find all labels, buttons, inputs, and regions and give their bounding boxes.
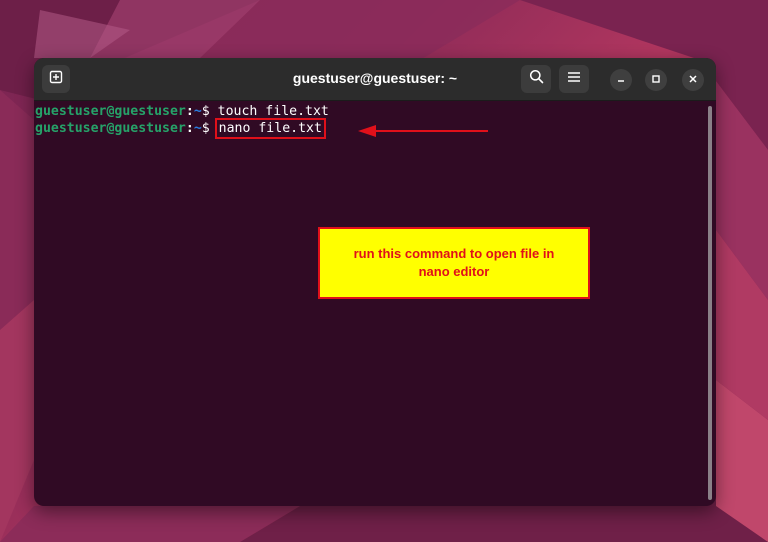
annotation-callout: run this command to open file in nano ed… [318,227,590,299]
highlighted-command-text: nano file.txt [214,118,326,139]
scrollbar[interactable] [708,106,712,500]
search-icon [529,69,544,89]
command-text: touch file.txt [217,104,329,119]
close-icon [688,71,698,89]
prompt-user-host: guestuser@guestuser [35,121,186,136]
terminal-output[interactable]: guestuser@guestuser:~$ touch file.txt gu… [34,101,704,506]
prompt-separator: : [185,104,194,119]
prompt-separator: : [185,121,194,136]
callout-text-line1: run this command to open file in [353,246,555,261]
main-menu-button[interactable] [559,65,589,93]
annotation-arrow [358,125,488,137]
callout-text-line2: nano editor [418,264,490,279]
new-tab-button[interactable] [42,65,70,93]
hamburger-menu-icon [567,70,581,88]
terminal-line: guestuser@guestuser:~$ touch file.txt [35,103,704,120]
prompt-directory: ~ [193,104,202,119]
prompt-dollar: $ [201,121,210,136]
minimize-icon [616,71,626,89]
maximize-icon [651,71,661,89]
close-button[interactable] [682,69,704,91]
prompt-user-host: guestuser@guestuser [35,104,186,119]
search-button[interactable] [521,65,551,93]
new-tab-icon [49,70,63,89]
header-bar: guestuser@guestuser: ~ [34,58,716,101]
prompt-directory: ~ [193,121,202,136]
prompt-dollar: $ [201,104,210,119]
maximize-button[interactable] [645,69,667,91]
minimize-button[interactable] [610,69,632,91]
